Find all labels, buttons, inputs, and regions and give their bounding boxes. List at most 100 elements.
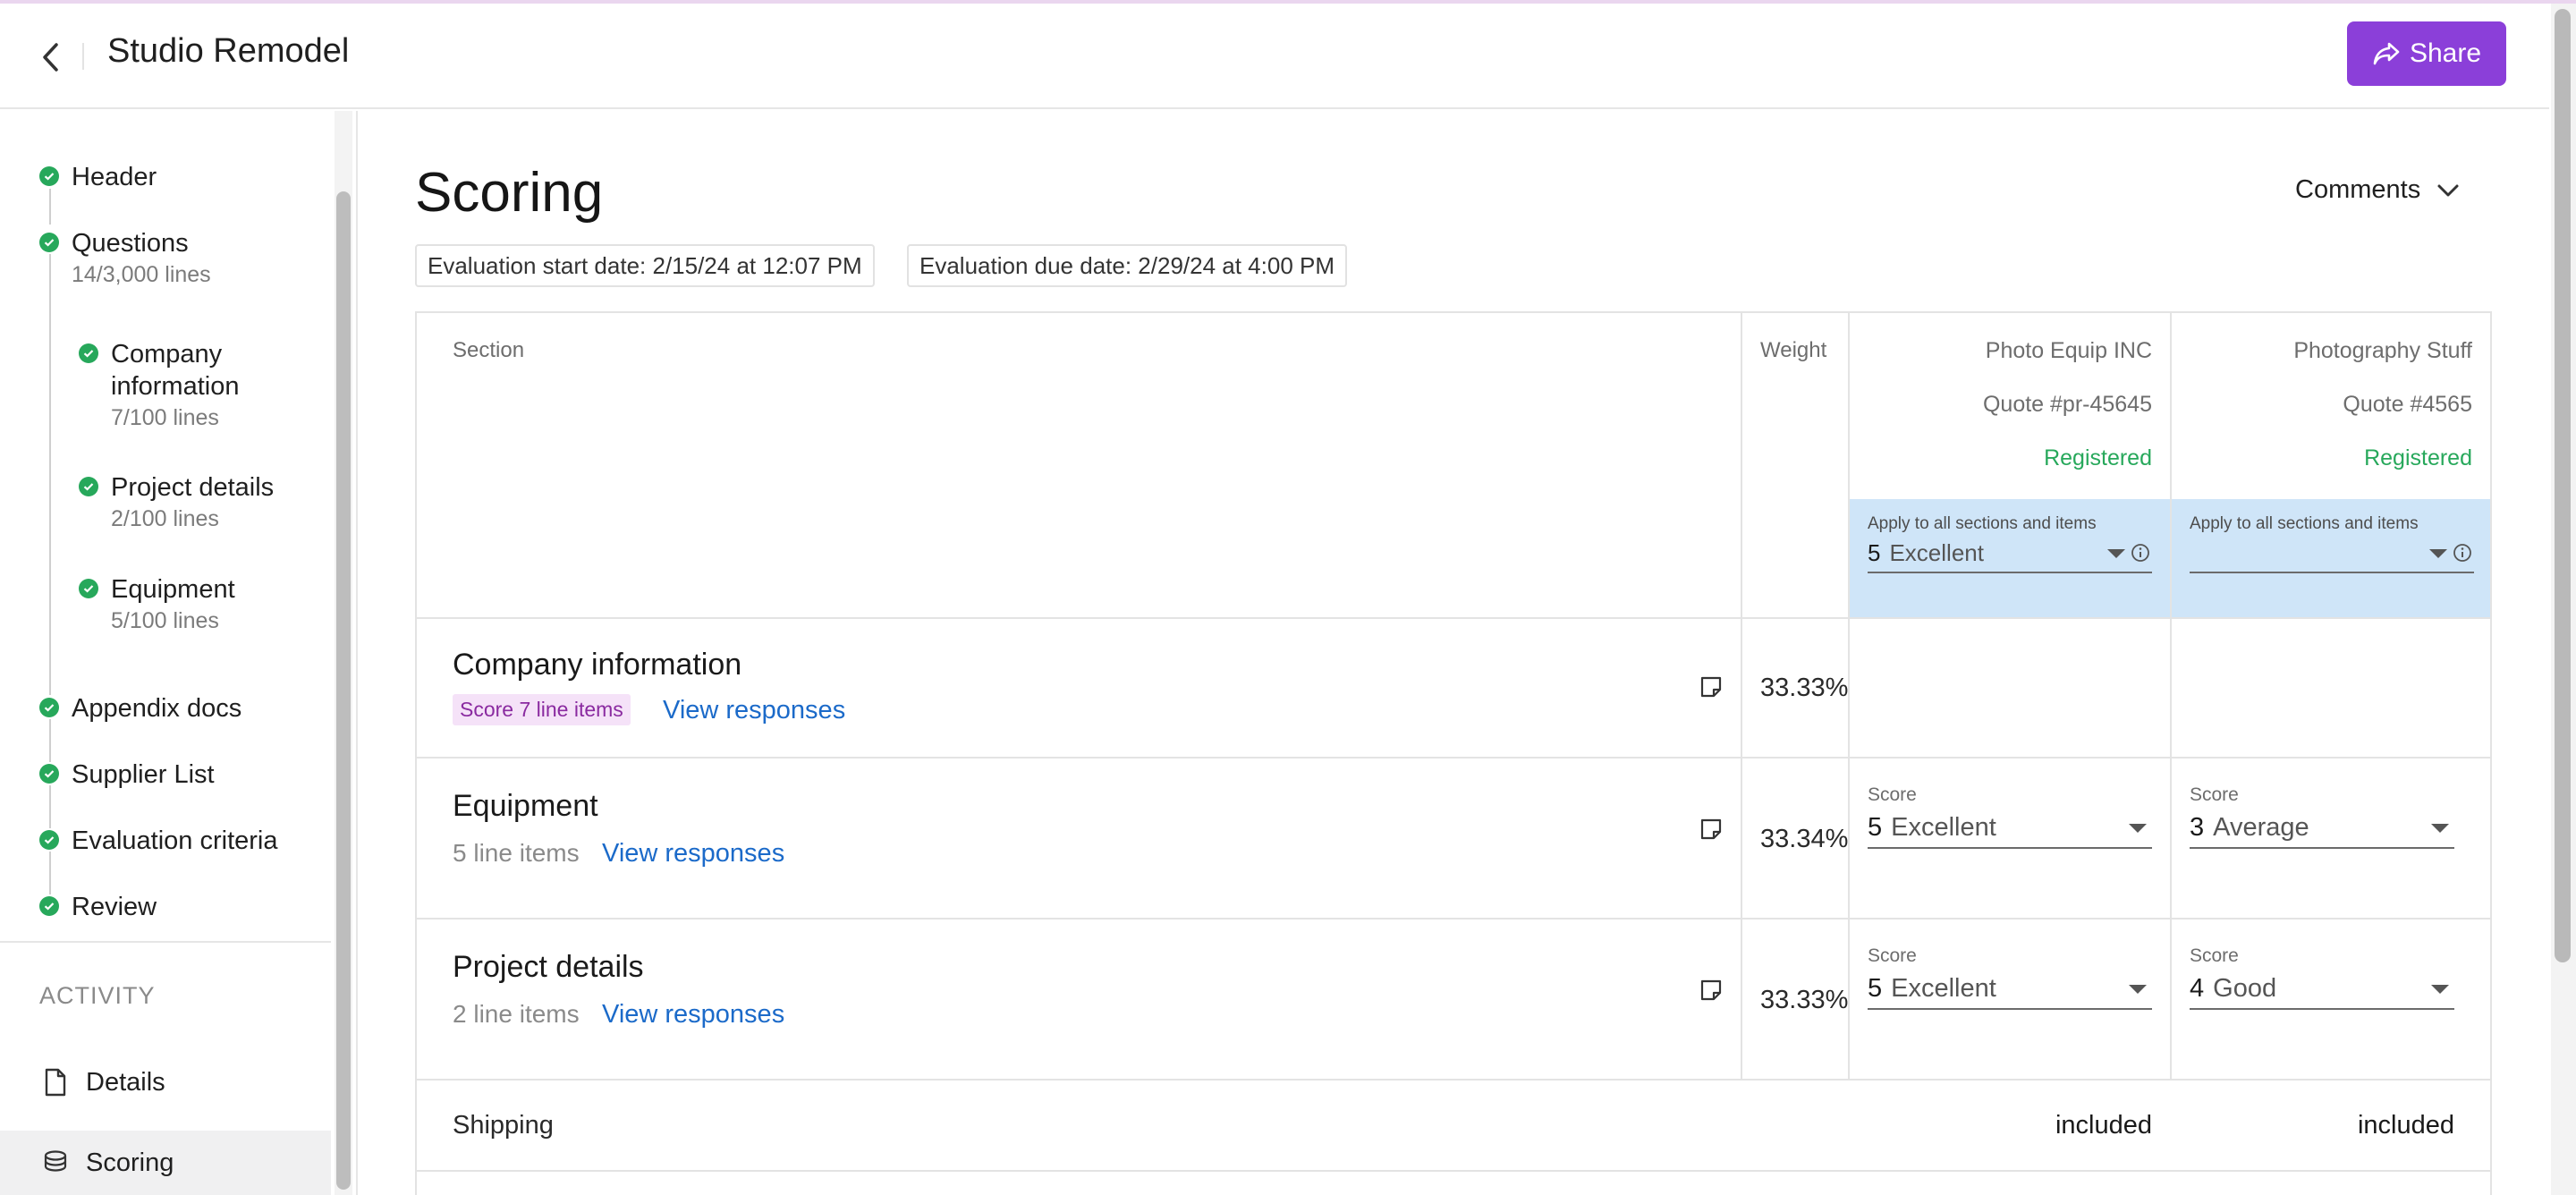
shipping-value: included [2357, 1111, 2454, 1140]
score-select[interactable]: 4 Good [2190, 969, 2454, 1010]
document-icon [38, 1064, 73, 1100]
note-icon[interactable] [1699, 978, 1724, 1003]
check-circle-icon [79, 477, 98, 496]
share-icon [2373, 42, 2400, 65]
caret-down-icon [2129, 985, 2147, 994]
table-row-divider [415, 617, 2492, 619]
step-connector [49, 254, 51, 695]
share-button-label: Share [2409, 38, 2482, 68]
score-field-label: Score [2190, 784, 2239, 805]
line-item-count: 5 line items [453, 839, 580, 867]
score-word: Average [2213, 812, 2309, 842]
top-bar: Studio Remodel Share [0, 4, 2549, 109]
section-weight: 33.34% [1760, 825, 1849, 853]
evaluation-due-date: Evaluation due date: 2/29/24 at 4:00 PM [907, 244, 1348, 287]
score-field-supplier-2: Score 4 Good [2190, 945, 2454, 1010]
sidebar-step-supplier-list[interactable]: Supplier List [39, 759, 215, 791]
score-line-items-tag[interactable]: Score 7 line items [453, 694, 631, 725]
sidebar-step-label: Equipment [111, 575, 235, 604]
sidebar-divider [0, 941, 331, 943]
check-circle-icon [39, 764, 59, 784]
caret-down-icon [2431, 824, 2449, 833]
table-row-divider [415, 1170, 2492, 1172]
check-circle-icon [39, 166, 59, 186]
view-responses-link[interactable]: View responses [602, 1000, 784, 1030]
note-icon[interactable] [1699, 674, 1724, 699]
info-icon[interactable] [2131, 543, 2150, 563]
sidebar-step-label: Company information [111, 340, 240, 401]
page-header-title: Studio Remodel [107, 32, 350, 70]
activity-item-label: Details [86, 1067, 165, 1097]
sidebar-step-label: Evaluation criteria [72, 826, 278, 855]
info-icon[interactable] [2453, 543, 2472, 563]
supplier-quote: Quote #pr-45645 [1982, 392, 2152, 417]
apply-all-select-supplier-1[interactable]: 5 Excellent [1868, 534, 2152, 573]
sidebar-step-project-details[interactable]: Project details 2/100 lines [79, 471, 274, 534]
step-connector [49, 852, 51, 894]
score-field-supplier-1: Score 5 Excellent [1868, 945, 2152, 1010]
sidebar-step-company-information[interactable]: Company information 7/100 lines [79, 338, 263, 433]
score-number: 3 [2190, 812, 2205, 842]
chevron-down-icon [2437, 184, 2459, 196]
coins-stack-icon [38, 1145, 73, 1181]
score-field-supplier-1: Score 5 Excellent [1868, 784, 2152, 849]
activity-item-details[interactable]: Details [0, 1050, 331, 1114]
score-field-label: Score [1868, 784, 1917, 805]
table-row-divider [415, 1079, 2492, 1081]
supplier-status: Registered [2364, 445, 2472, 470]
caret-down-icon [2431, 985, 2449, 994]
score-number: 5 [1868, 973, 1883, 1003]
back-button[interactable] [32, 36, 68, 79]
apply-all-select-supplier-2[interactable] [2190, 534, 2474, 573]
activity-heading: ACTIVITY [39, 982, 156, 1009]
apply-score-word: Excellent [1889, 538, 1984, 566]
sidebar-step-sublabel: 14/3,000 lines [72, 262, 211, 287]
sidebar-step-appendix-docs[interactable]: Appendix docs [39, 692, 242, 725]
section-title: Equipment [453, 789, 598, 823]
sidebar-step-label: Project details [111, 473, 275, 502]
header-divider [82, 43, 84, 70]
view-responses-link[interactable]: View responses [663, 696, 845, 725]
table-row-divider [415, 757, 2492, 759]
step-connector [49, 719, 51, 762]
section-title: Project details [453, 950, 644, 984]
score-select[interactable]: 5 Excellent [1868, 808, 2152, 849]
sidebar-step-equipment[interactable]: Equipment 5/100 lines [79, 573, 235, 636]
score-select[interactable]: 3 Average [2190, 808, 2454, 849]
supplier-name: Photo Equip INC [1985, 338, 2152, 363]
caret-down-icon [2107, 549, 2125, 558]
share-button[interactable]: Share [2347, 21, 2506, 86]
sidebar-step-questions[interactable]: Questions 14/3,000 lines [39, 227, 211, 290]
section-weight: 33.33% [1760, 986, 1849, 1014]
sidebar-step-review[interactable]: Review [39, 891, 157, 923]
page-title: Scoring [415, 162, 604, 224]
score-select[interactable]: 5 Excellent [1868, 969, 2152, 1010]
score-field-label: Score [1868, 945, 1917, 966]
activity-item-scoring[interactable]: Scoring [0, 1131, 331, 1195]
comments-dropdown[interactable]: Comments [2295, 175, 2460, 205]
shipping-label: Shipping [453, 1111, 554, 1140]
check-circle-icon [39, 233, 59, 252]
score-number: 5 [1868, 812, 1883, 842]
sidebar-step-evaluation-criteria[interactable]: Evaluation criteria [39, 825, 278, 857]
score-number: 4 [2190, 973, 2205, 1003]
sidebar-step-header[interactable]: Header [39, 161, 157, 193]
scoring-table [415, 311, 2492, 1195]
sidebar-border [356, 111, 358, 1195]
sidebar-scrollbar-thumb[interactable] [336, 191, 351, 1190]
apply-all-label: Apply to all sections and items [1868, 514, 2097, 533]
supplier-name: Photography Stuff [2293, 338, 2472, 363]
activity-item-label: Scoring [86, 1148, 174, 1177]
view-responses-link[interactable]: View responses [602, 839, 784, 869]
check-circle-icon [79, 579, 98, 598]
sidebar-step-sublabel: 2/100 lines [111, 506, 219, 531]
sidebar-step-label: Questions [72, 229, 189, 258]
check-circle-icon [79, 343, 98, 363]
note-icon[interactable] [1699, 817, 1724, 842]
window-scrollbar-thumb[interactable] [2555, 9, 2571, 962]
sidebar-step-sublabel: 5/100 lines [111, 608, 219, 633]
sidebar-step-label: Supplier List [72, 760, 215, 789]
column-header-section: Section [453, 338, 525, 362]
section-title: Company information [453, 648, 742, 682]
table-col-divider [2170, 313, 2172, 1081]
